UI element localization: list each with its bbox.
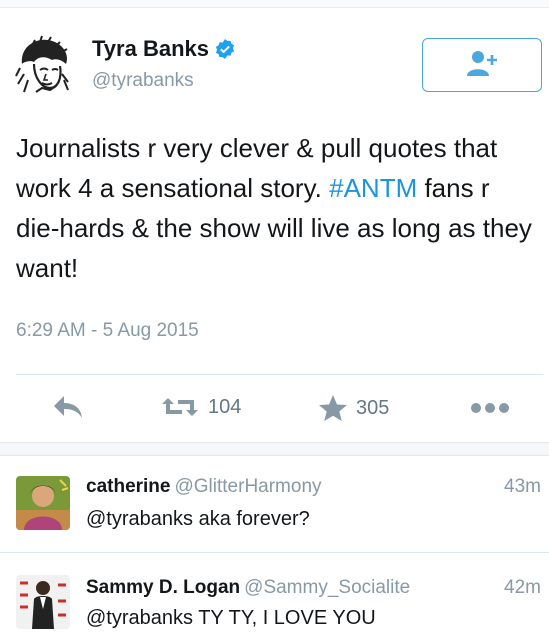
more-dots-icon bbox=[470, 402, 510, 414]
more-button[interactable] bbox=[470, 402, 510, 414]
author-avatar[interactable] bbox=[12, 34, 74, 96]
retweet-count: 104 bbox=[208, 395, 242, 418]
reply-item[interactable]: Sammy D. Logan @Sammy_Socialite 42m @tyra… bbox=[0, 553, 549, 640]
author-handle[interactable]: @tyrabanks bbox=[92, 70, 194, 92]
actions-top-divider bbox=[16, 374, 543, 375]
reply-avatar[interactable] bbox=[16, 476, 70, 530]
star-icon bbox=[318, 394, 348, 422]
like-button[interactable]: 305 bbox=[318, 394, 389, 422]
reply-text: @tyrabanks TY TY, I LOVE YOU bbox=[86, 607, 376, 629]
reply-time: 43m bbox=[504, 476, 541, 497]
reply-author-handle[interactable]: @Sammy_Socialite bbox=[244, 577, 410, 598]
reply-arrow-icon bbox=[52, 394, 84, 420]
reply-header: catherine @GlitterHarmony bbox=[86, 476, 322, 498]
add-user-icon bbox=[465, 48, 499, 83]
verified-badge-icon bbox=[215, 39, 235, 59]
top-divider bbox=[0, 0, 549, 8]
tweet-header: Tyra Banks @tyrabanks bbox=[12, 28, 542, 108]
replies-section-divider bbox=[0, 442, 549, 456]
tweet-actions: 104 305 bbox=[0, 380, 549, 442]
tweet-text: Journalists r very clever & pull quotes … bbox=[16, 128, 536, 288]
reply-author-name[interactable]: catherine bbox=[86, 476, 170, 497]
follow-button[interactable] bbox=[422, 38, 542, 92]
retweet-icon bbox=[160, 394, 200, 420]
reply-avatar[interactable] bbox=[16, 575, 70, 629]
like-count: 305 bbox=[356, 396, 390, 419]
hashtag-link[interactable]: #ANTM bbox=[329, 173, 417, 203]
reply-item[interactable]: catherine @GlitterHarmony 43m @tyrabanks … bbox=[0, 456, 549, 552]
author-name-text[interactable]: Tyra Banks bbox=[92, 36, 209, 62]
reply-author-handle[interactable]: @GlitterHarmony bbox=[174, 476, 321, 497]
reply-button[interactable] bbox=[52, 394, 84, 420]
reply-author-name[interactable]: Sammy D. Logan bbox=[86, 577, 240, 598]
tweet-timestamp[interactable]: 6:29 AM - 5 Aug 2015 bbox=[16, 320, 199, 342]
reply-header: Sammy D. Logan @Sammy_Socialite bbox=[86, 577, 410, 599]
author-name[interactable]: Tyra Banks bbox=[92, 36, 235, 62]
retweet-button[interactable]: 104 bbox=[160, 394, 241, 420]
reply-text: @tyrabanks aka forever? bbox=[86, 508, 310, 530]
reply-time: 42m bbox=[504, 577, 541, 598]
